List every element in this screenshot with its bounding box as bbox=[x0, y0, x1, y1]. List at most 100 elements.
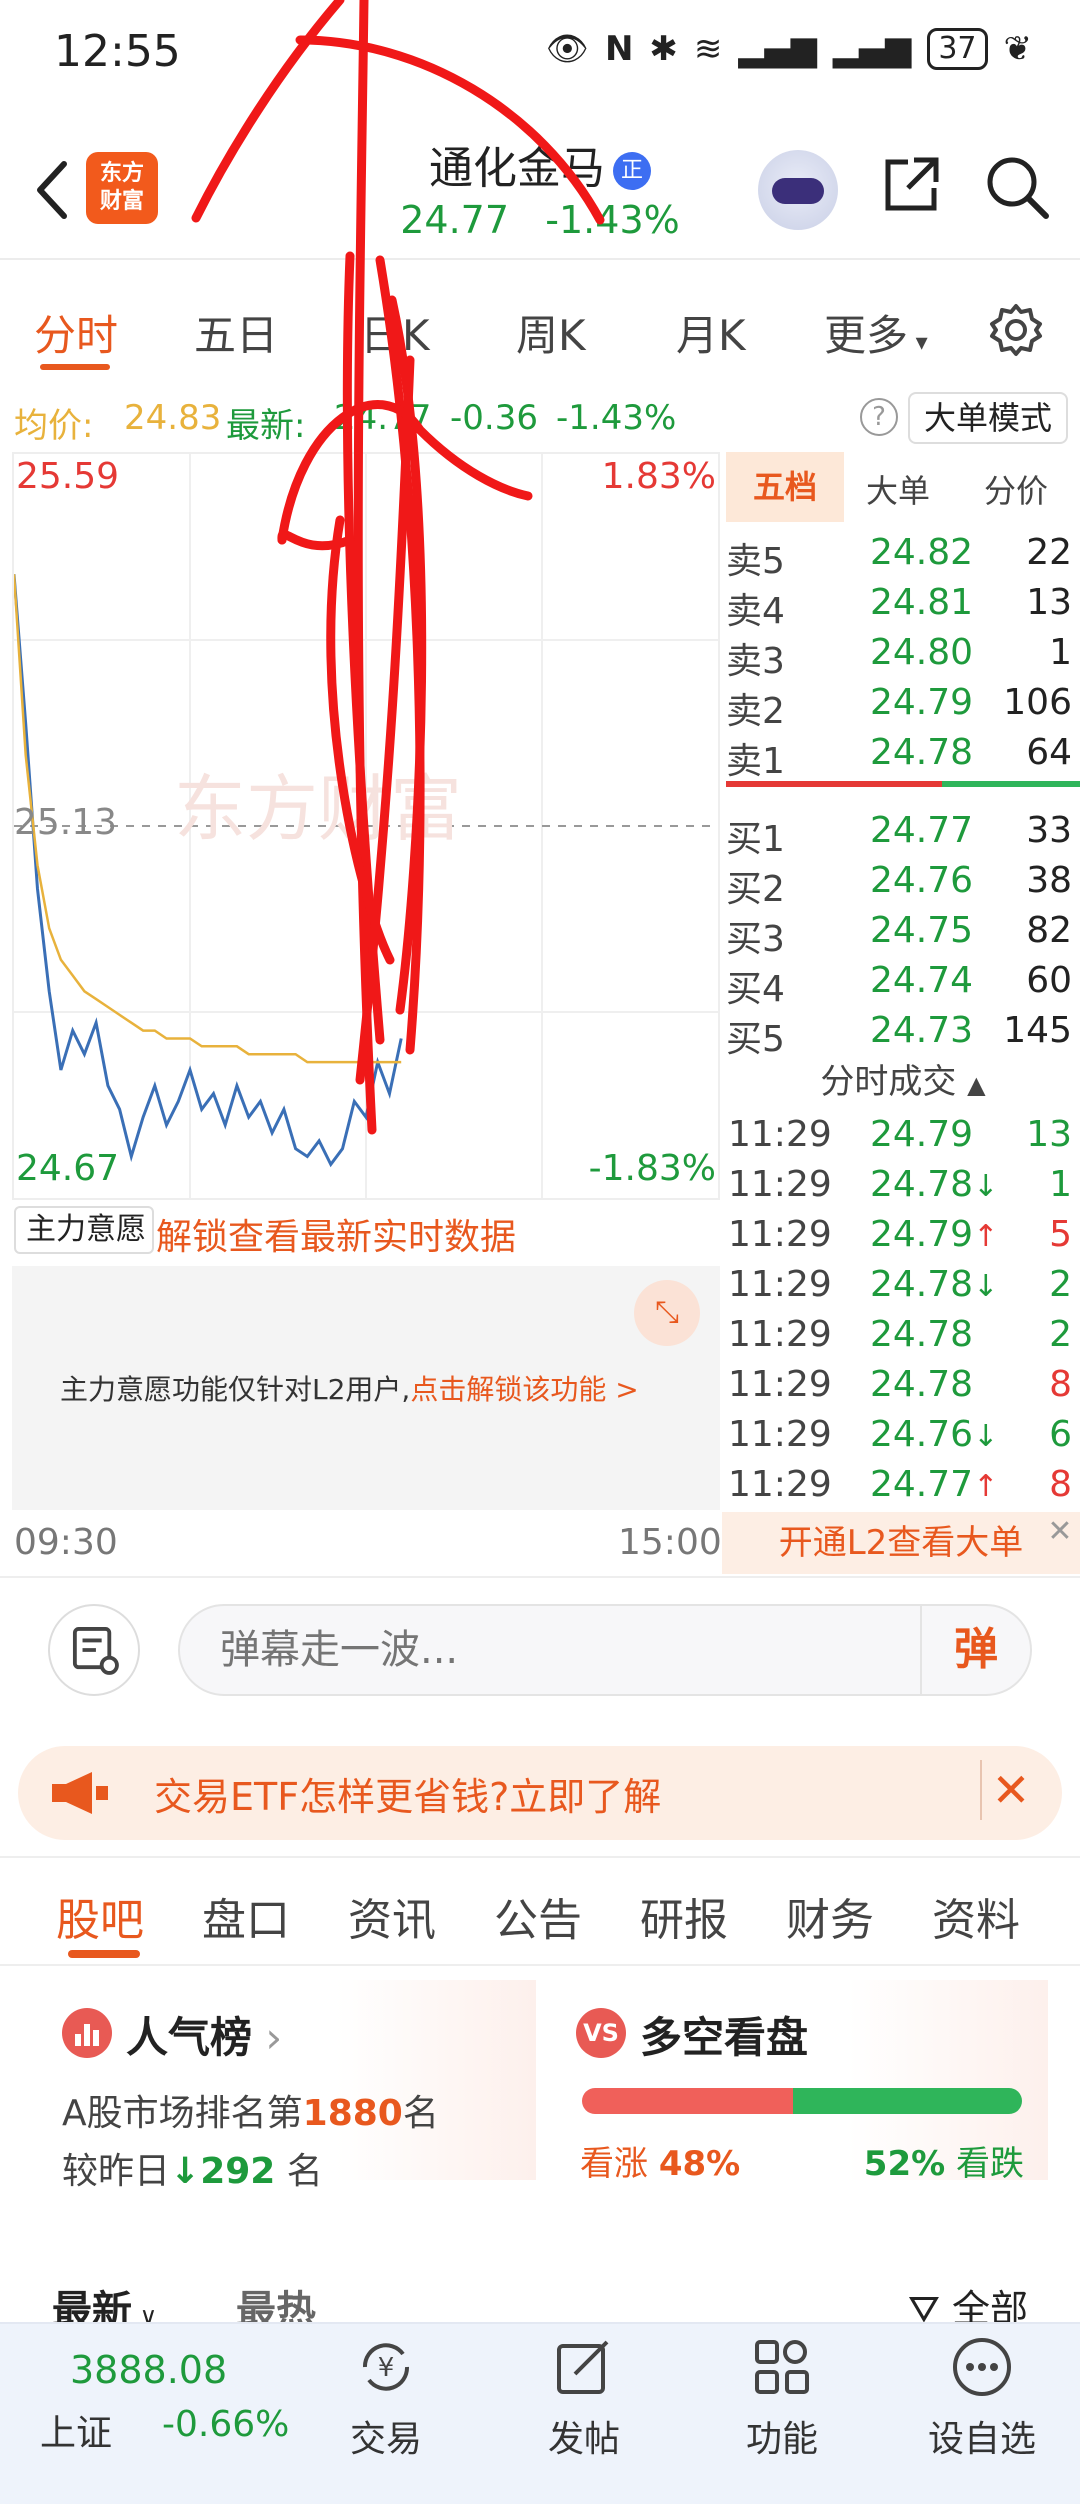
bid-level-row[interactable]: 买2 24.76 38 bbox=[726, 854, 1080, 910]
expand-icon[interactable]: ⤡ bbox=[634, 1280, 700, 1346]
tab-intraday[interactable]: 分时 bbox=[34, 302, 118, 363]
ask-level-row[interactable]: 卖5 24.82 22 bbox=[726, 526, 1080, 582]
main-force-unlock-link[interactable]: 解锁查看最新实时数据 bbox=[156, 1208, 516, 1260]
main-force-notice-text: 主力意愿功能仅针对L2用户, bbox=[60, 1373, 411, 1406]
tab-research[interactable]: 研报 bbox=[640, 1884, 728, 1948]
bullish-label[interactable]: 看涨 48% bbox=[580, 2136, 740, 2185]
ask-level-row[interactable]: 卖3 24.80 1 bbox=[726, 626, 1080, 682]
big-order-mode-button[interactable]: 大单模式 bbox=[908, 392, 1068, 444]
rank-value: 1880 bbox=[302, 2093, 403, 2134]
nav-functions-label: 功能 bbox=[745, 2419, 818, 2460]
divider bbox=[0, 1856, 1080, 1858]
bullish-pct: 48% bbox=[658, 2144, 741, 2184]
trade-price: 24.79↑ bbox=[870, 1214, 998, 1255]
stock-change-pct: -1.43% bbox=[545, 198, 680, 242]
tab-weekly-k[interactable]: 周K bbox=[516, 302, 586, 363]
level-volume: 64 bbox=[1026, 732, 1072, 773]
trades-header[interactable]: 分时成交 ▲ bbox=[726, 1054, 1080, 1104]
main-force-notice: 主力意愿功能仅针对L2用户,点击解锁该功能 > bbox=[60, 1368, 639, 1408]
bid-level-row[interactable]: 买3 24.75 82 bbox=[726, 904, 1080, 960]
trade-volume: 6 bbox=[1049, 1414, 1072, 1455]
danmu-input-box: 弹 bbox=[178, 1604, 1032, 1696]
danmu-send-button[interactable]: 弹 bbox=[920, 1606, 1030, 1694]
intraday-chart[interactable]: 东方财富 25.59 1.83% 25.13 24.67 -1.83% bbox=[12, 452, 720, 1200]
tab-profile[interactable]: 资料 bbox=[932, 1884, 1020, 1948]
index-change[interactable]: -0.66% bbox=[162, 2404, 289, 2445]
tab-underline bbox=[40, 364, 110, 370]
nav-functions[interactable]: 功能 bbox=[712, 2334, 852, 2462]
tab-more[interactable]: 更多 ▾ bbox=[824, 302, 928, 363]
level-label: 卖1 bbox=[726, 741, 785, 782]
danmu-input[interactable] bbox=[220, 1620, 860, 1680]
trade-price-value: 24.76 bbox=[870, 1414, 974, 1455]
bearish-label[interactable]: 52% 看跌 bbox=[864, 2136, 1024, 2185]
assistant-robot-icon[interactable] bbox=[758, 150, 838, 230]
vs-icon: VS bbox=[576, 2008, 626, 2058]
tab-finance[interactable]: 财务 bbox=[786, 1884, 874, 1948]
chart-high-pct: 1.83% bbox=[601, 456, 716, 497]
tab-pankou[interactable]: 盘口 bbox=[202, 1884, 290, 1948]
level-volume: 38 bbox=[1026, 860, 1072, 901]
close-icon[interactable]: ✕ bbox=[1040, 1512, 1080, 1552]
nav-add-watchlist[interactable]: 设自选 bbox=[912, 2334, 1052, 2462]
level-price: 24.80 bbox=[870, 632, 974, 673]
level-price: 24.81 bbox=[870, 582, 974, 623]
ask-level-row[interactable]: 卖1 24.78 64 bbox=[726, 726, 1080, 782]
level-price: 24.76 bbox=[870, 860, 974, 901]
bid-level-row[interactable]: 买5 24.73 145 bbox=[726, 1004, 1080, 1060]
down-arrow-icon: ↓ bbox=[973, 1269, 999, 1304]
tab-news[interactable]: 资讯 bbox=[348, 1884, 436, 1948]
danmu-settings-icon[interactable] bbox=[48, 1604, 140, 1696]
level-volume: 1 bbox=[1049, 632, 1072, 673]
ad-text: 交易ETF怎样更省钱?立即了解 bbox=[154, 1775, 662, 1819]
tab-five-levels[interactable]: 五档 bbox=[726, 452, 844, 522]
ask-level-row[interactable]: 卖4 24.81 13 bbox=[726, 576, 1080, 632]
level-volume: 82 bbox=[1026, 910, 1072, 951]
main-force-selector[interactable]: 主力意愿 ▾ bbox=[14, 1206, 154, 1292]
popularity-title[interactable]: 人气榜 › bbox=[126, 2004, 282, 2065]
chart-time-end: 15:00 bbox=[618, 1522, 722, 1563]
battery-icon: 37 bbox=[927, 28, 988, 70]
chart-time-start: 09:30 bbox=[14, 1522, 118, 1563]
trade-row: 11:29 24.79↑ 5 bbox=[726, 1208, 1080, 1258]
more-dots-icon bbox=[953, 2338, 1011, 2396]
level-price: 24.79 bbox=[870, 682, 974, 723]
down-arrow-icon: ↓ bbox=[170, 2151, 201, 2192]
level-price: 24.82 bbox=[870, 532, 974, 573]
nav-post[interactable]: 发帖 bbox=[514, 2334, 654, 2462]
trade-row: 11:29 24.76↓ 6 bbox=[726, 1408, 1080, 1458]
tab-big-orders[interactable]: 大单 bbox=[866, 466, 930, 512]
share-icon[interactable] bbox=[878, 152, 944, 218]
tab-five-day[interactable]: 五日 bbox=[194, 302, 278, 363]
ask-level-row[interactable]: 卖2 24.79 106 bbox=[726, 676, 1080, 732]
trade-row: 11:29 24.78 8 bbox=[726, 1358, 1080, 1408]
trade-price-value: 24.77 bbox=[870, 1464, 974, 1505]
trade-time: 11:29 bbox=[728, 1414, 832, 1455]
tab-daily-k[interactable]: 日K bbox=[360, 302, 430, 363]
chart-lines bbox=[14, 574, 403, 1168]
gear-icon[interactable] bbox=[986, 300, 1046, 360]
bid-level-row[interactable]: 买4 24.74 60 bbox=[726, 954, 1080, 1010]
level-volume: 145 bbox=[1003, 1010, 1072, 1051]
nav-post-label: 发帖 bbox=[547, 2419, 620, 2460]
index-name[interactable]: 上证 bbox=[40, 2404, 112, 2456]
tab-announcements[interactable]: 公告 bbox=[494, 1884, 582, 1948]
etf-ad-banner[interactable]: 交易ETF怎样更省钱?立即了解 ✕ bbox=[18, 1746, 1062, 1840]
main-force-unlock-feature-link[interactable]: 点击解锁该功能 > bbox=[410, 1373, 638, 1406]
tab-guba[interactable]: 股吧 bbox=[56, 1884, 144, 1948]
index-value[interactable]: 3888.08 bbox=[70, 2348, 227, 2392]
chart-high-label: 25.59 bbox=[16, 456, 120, 497]
tab-more-label: 更多 bbox=[824, 311, 909, 360]
tab-price-dist[interactable]: 分价 bbox=[984, 466, 1048, 512]
trade-volume: 2 bbox=[1049, 1264, 1072, 1305]
bid-level-row[interactable]: 买1 24.77 33 bbox=[726, 804, 1080, 860]
tab-monthly-k[interactable]: 月K bbox=[676, 302, 746, 363]
nav-trade[interactable]: ¥ 交易 bbox=[316, 2334, 456, 2462]
divider bbox=[0, 1964, 1080, 1966]
help-icon[interactable]: ? bbox=[860, 398, 898, 436]
content-tab-underline bbox=[68, 1950, 140, 1958]
search-icon[interactable] bbox=[982, 152, 1052, 222]
divider bbox=[0, 258, 1080, 260]
ad-close-icon[interactable]: ✕ bbox=[980, 1760, 1040, 1820]
open-l2-button[interactable]: 开通L2查看大单 bbox=[722, 1512, 1080, 1574]
